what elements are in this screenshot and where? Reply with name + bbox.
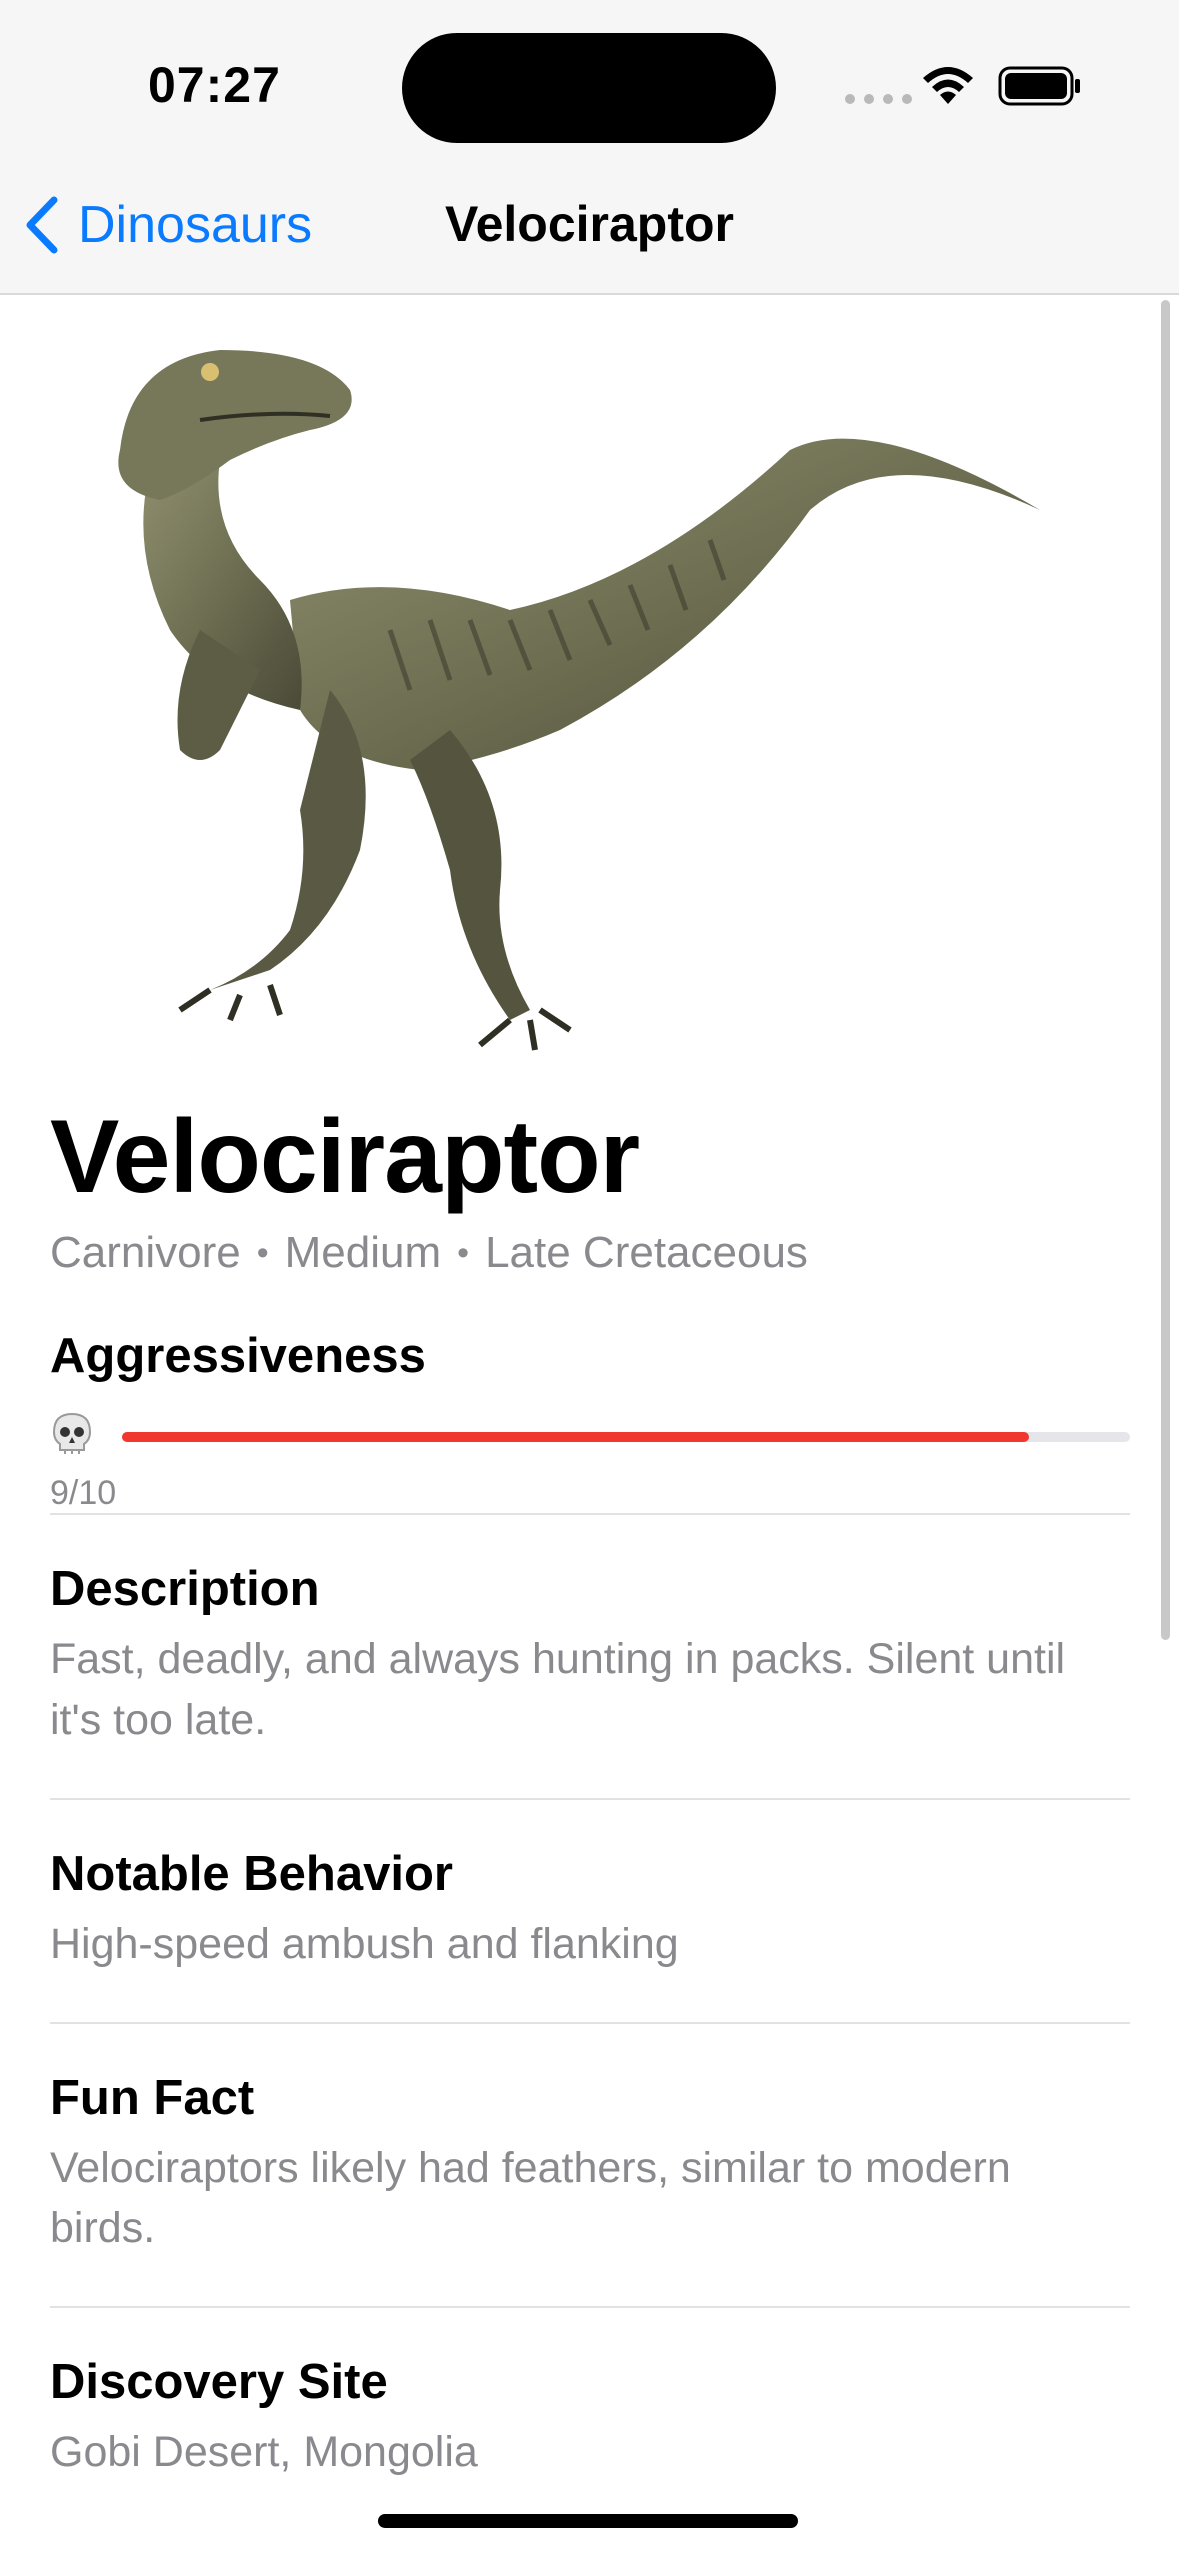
behavior-title: Notable Behavior xyxy=(50,1846,453,1901)
battery-icon xyxy=(998,66,1080,106)
aggressiveness-fill xyxy=(122,1432,1030,1443)
fun-fact-section: Fun Fact Velociraptors likely had feathe… xyxy=(50,2021,1130,2306)
description-title: Description xyxy=(50,1562,320,1617)
description-text: Fast, deadly, and always hunting in pack… xyxy=(50,1635,1066,1744)
meta-separator: • xyxy=(457,1233,470,1272)
period-label: Late Cretaceous xyxy=(485,1228,808,1278)
dinosaur-meta: Carnivore • Medium • Late Cretaceous xyxy=(50,1228,1130,1278)
home-indicator[interactable] xyxy=(378,2514,798,2528)
cellular-signal-icon xyxy=(845,94,912,104)
skull-icon xyxy=(52,1413,92,1455)
aggressiveness-score: 9/10 xyxy=(50,1474,117,1513)
meta-separator: • xyxy=(256,1233,269,1272)
dinosaur-name: Velociraptor xyxy=(50,1099,640,1215)
aggressiveness-track xyxy=(122,1432,1130,1443)
detail-content: Velociraptor Carnivore • Medium • Late C… xyxy=(50,1100,1130,2531)
velociraptor-image xyxy=(118,350,1040,1051)
behavior-section: Notable Behavior High-speed ambush and f… xyxy=(50,1797,1130,2022)
description-section: Description Fast, deadly, and always hun… xyxy=(50,1513,1130,1797)
diet-label: Carnivore xyxy=(50,1228,241,1278)
wifi-icon xyxy=(923,67,973,104)
fun-fact-text: Velociraptors likely had feathers, simil… xyxy=(50,2143,1011,2253)
scroll-indicator xyxy=(1161,300,1170,1640)
screen: 07:27 Dinosaurs Velociraptor Velocirapto… xyxy=(0,0,1179,2556)
behavior-text: High-speed ambush and flanking xyxy=(50,1919,679,1968)
aggressiveness-label: Aggressiveness xyxy=(50,1329,426,1384)
navigation-bar: 07:27 Dinosaurs Velociraptor xyxy=(0,0,1179,295)
status-time: 07:27 xyxy=(148,57,281,113)
dynamic-island xyxy=(402,33,776,143)
aggressiveness-meter xyxy=(50,1398,1130,1468)
fun-fact-title: Fun Fact xyxy=(50,2070,255,2125)
size-label: Medium xyxy=(284,1228,442,1278)
discovery-section: Discovery Site Gobi Desert, Mongolia xyxy=(50,2306,1130,2530)
discovery-title: Discovery Site xyxy=(50,2355,388,2410)
discovery-text: Gobi Desert, Mongolia xyxy=(50,2428,478,2477)
nav-title: Velociraptor xyxy=(445,196,734,252)
